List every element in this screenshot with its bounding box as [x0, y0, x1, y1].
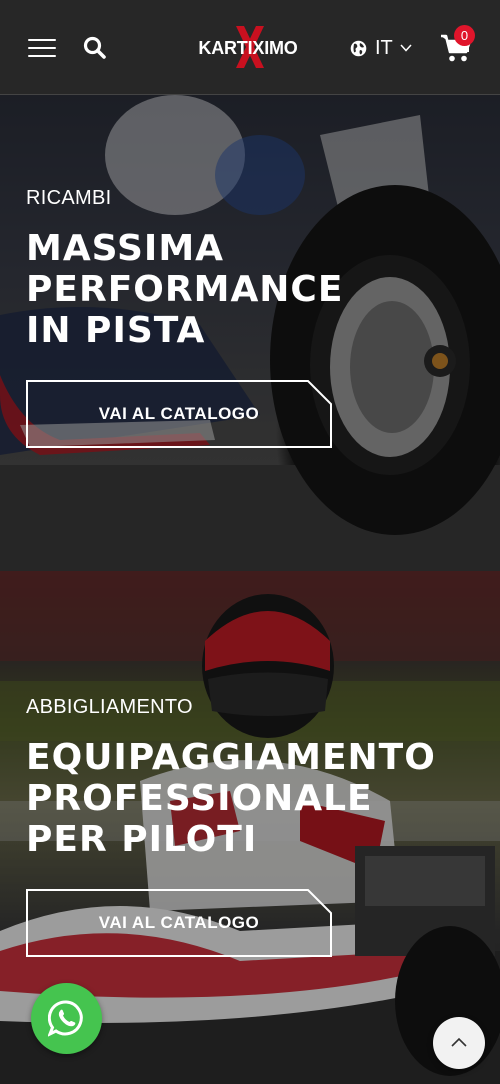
catalog-button-ricambi[interactable]: VAI AL CATALOGO [26, 380, 332, 448]
headline-line: IN PISTA [26, 310, 206, 351]
section-headline: MASSIMA PERFORMANCE IN PISTA [26, 228, 486, 351]
whatsapp-button[interactable] [31, 983, 102, 1054]
headline-line: EQUIPAGGIAMENTO [26, 737, 436, 778]
catalog-button-abbigliamento[interactable]: VAI AL CATALOGO [26, 889, 332, 957]
hamburger-icon[interactable] [28, 37, 56, 59]
section-headline: EQUIPAGGIAMENTO PROFESSIONALE PER PILOTI [26, 737, 486, 860]
chevron-down-icon [400, 44, 412, 52]
headline-line: PERFORMANCE [26, 269, 344, 310]
site-header: KARTIXIMO IT 0 [0, 0, 500, 95]
globe-icon [350, 40, 367, 56]
logo-text: KARTIXIMO [198, 38, 298, 58]
whatsapp-icon [48, 1000, 83, 1037]
headline-line: MASSIMA [26, 228, 225, 269]
language-code: IT [375, 36, 393, 59]
cart-count-badge: 0 [454, 25, 475, 46]
catalog-button-label: VAI AL CATALOGO [98, 404, 260, 423]
site-logo[interactable]: KARTIXIMO [178, 24, 318, 70]
section-eyebrow: RICAMBI [26, 187, 112, 209]
scroll-to-top-button[interactable] [433, 1017, 485, 1069]
section-eyebrow: ABBIGLIAMENTO [26, 696, 193, 718]
chevron-up-icon [451, 1037, 467, 1047]
language-selector[interactable]: IT [350, 35, 412, 61]
search-icon[interactable] [82, 35, 108, 61]
headline-line: PER PILOTI [26, 819, 258, 860]
catalog-button-label: VAI AL CATALOGO [98, 913, 260, 932]
headline-line: PROFESSIONALE [26, 778, 373, 819]
hero-section-ricambi: RICAMBI MASSIMA PERFORMANCE IN PISTA VAI… [0, 95, 500, 571]
